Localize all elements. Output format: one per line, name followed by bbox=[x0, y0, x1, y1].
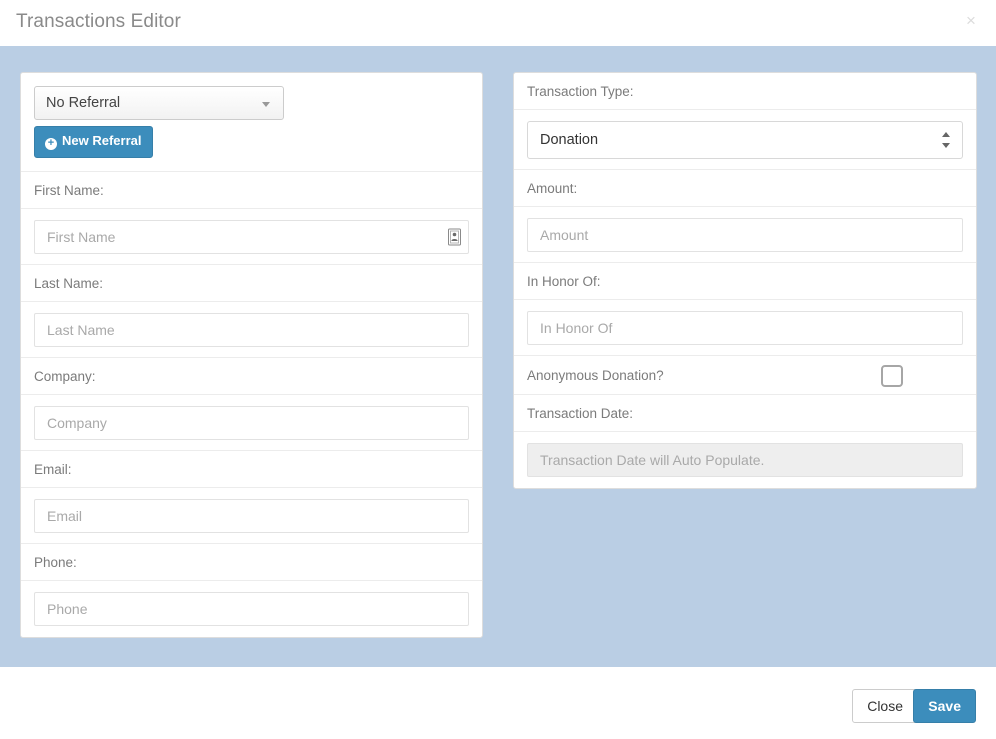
anonymous-donation-label: Anonymous Donation? bbox=[527, 368, 664, 383]
new-referral-button[interactable]: + New Referral bbox=[34, 126, 153, 158]
new-referral-label: New Referral bbox=[62, 133, 141, 148]
amount-label: Amount: bbox=[514, 170, 976, 207]
email-field-row bbox=[21, 488, 482, 544]
email-input[interactable] bbox=[34, 499, 469, 533]
chevron-down-icon bbox=[942, 143, 950, 148]
anonymous-donation-row: Anonymous Donation? bbox=[514, 356, 976, 395]
chevron-down-icon bbox=[262, 102, 270, 107]
referral-select[interactable]: No Referral bbox=[34, 86, 284, 120]
referral-section: No Referral + New Referral bbox=[21, 73, 482, 172]
modal-header: Transactions Editor × bbox=[0, 0, 996, 46]
first-name-label: First Name: bbox=[21, 172, 482, 209]
first-name-input-wrap bbox=[34, 220, 469, 254]
amount-field-row bbox=[514, 207, 976, 263]
referral-area: No Referral + New Referral bbox=[21, 73, 482, 171]
transaction-type-value: Donation bbox=[540, 132, 598, 148]
last-name-input[interactable] bbox=[34, 313, 469, 347]
transaction-date-label: Transaction Date: bbox=[514, 395, 976, 432]
modal-footer: Close Save bbox=[0, 667, 996, 739]
contact-panel: No Referral + New Referral First Name: bbox=[20, 72, 483, 638]
last-name-field-row bbox=[21, 302, 482, 358]
select-spinner-icon bbox=[942, 131, 951, 149]
contact-card-icon[interactable] bbox=[448, 228, 461, 245]
last-name-label: Last Name: bbox=[21, 265, 482, 302]
phone-input[interactable] bbox=[34, 592, 469, 626]
transaction-date-input bbox=[527, 443, 963, 477]
first-name-field-row bbox=[21, 209, 482, 265]
transaction-type-field-row: Donation bbox=[514, 110, 976, 170]
company-input[interactable] bbox=[34, 406, 469, 440]
referral-select-value: No Referral bbox=[46, 95, 120, 111]
first-name-input[interactable] bbox=[34, 220, 469, 254]
phone-field-row bbox=[21, 581, 482, 637]
chevron-up-icon bbox=[942, 132, 950, 137]
transaction-type-select[interactable]: Donation bbox=[527, 121, 963, 159]
phone-label: Phone: bbox=[21, 544, 482, 581]
anonymous-donation-checkbox[interactable] bbox=[881, 365, 903, 387]
company-label: Company: bbox=[21, 358, 482, 395]
in-honor-of-field-row bbox=[514, 300, 976, 356]
page-title: Transactions Editor bbox=[16, 11, 181, 33]
modal-body: No Referral + New Referral First Name: bbox=[0, 46, 996, 667]
transaction-panel: Transaction Type: Donation Amount: In Ho… bbox=[513, 72, 977, 489]
close-button[interactable]: Close bbox=[852, 689, 918, 723]
save-button[interactable]: Save bbox=[913, 689, 976, 723]
email-label: Email: bbox=[21, 451, 482, 488]
in-honor-of-label: In Honor Of: bbox=[514, 263, 976, 300]
amount-input[interactable] bbox=[527, 218, 963, 252]
in-honor-of-input[interactable] bbox=[527, 311, 963, 345]
transaction-type-label: Transaction Type: bbox=[514, 73, 976, 110]
company-field-row bbox=[21, 395, 482, 451]
close-icon[interactable]: × bbox=[960, 10, 982, 32]
plus-circle-icon: + bbox=[45, 138, 57, 150]
transaction-date-field-row bbox=[514, 432, 976, 488]
